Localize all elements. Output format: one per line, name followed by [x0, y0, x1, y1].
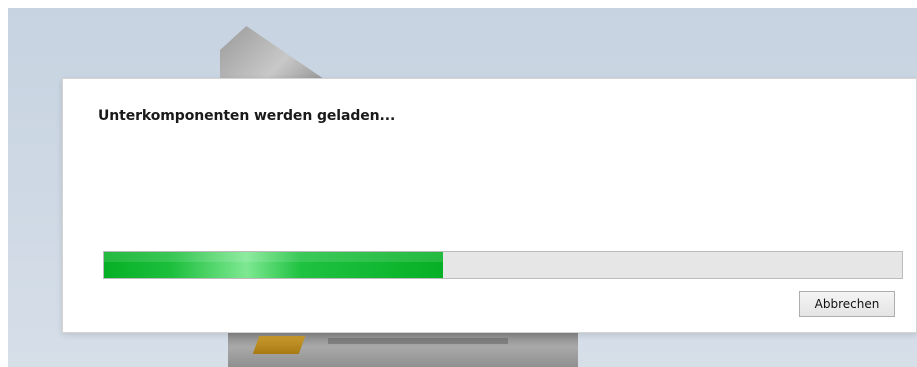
- model-geometry-accent: [252, 336, 306, 354]
- screen: Unterkomponenten werden geladen... Abbre…: [0, 0, 917, 367]
- cancel-button[interactable]: Abbrechen: [799, 291, 895, 317]
- progress-bar-fill: [104, 252, 444, 278]
- loading-message: Unterkomponenten werden geladen...: [98, 108, 396, 124]
- loading-dialog: Unterkomponenten werden geladen... Abbre…: [62, 78, 917, 333]
- progress-bar: [103, 251, 903, 279]
- model-geometry-stripe: [328, 338, 508, 344]
